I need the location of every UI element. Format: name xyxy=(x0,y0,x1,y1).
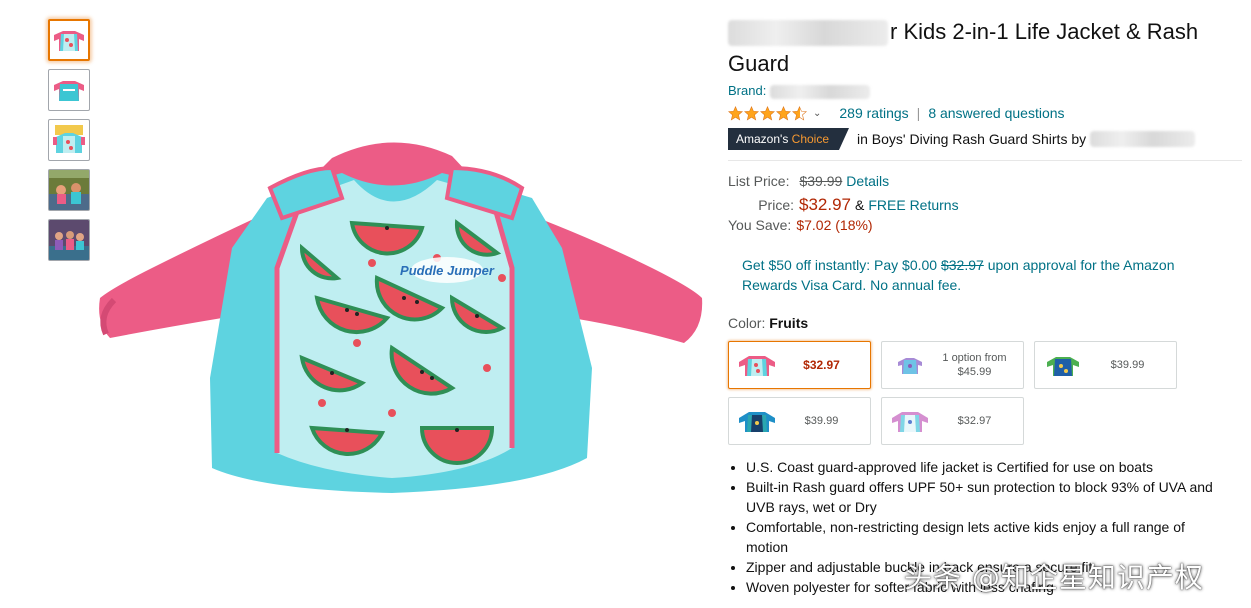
blurred-brand-name xyxy=(770,84,871,99)
color-label: Color: Fruits xyxy=(728,315,809,331)
list-price-label: List Price: xyxy=(728,173,790,189)
divider xyxy=(728,160,1242,161)
separator: | xyxy=(916,105,921,121)
star-full-icon xyxy=(728,105,743,121)
ampersand: & xyxy=(855,197,865,213)
watermark-overlay: 头条 @知企星知识产权 xyxy=(904,561,1204,594)
swatch-purple-icon xyxy=(898,358,922,374)
life-jacket-illustration: Puddle Jumper xyxy=(99,142,703,493)
swatch-price: 1 option from $45.99 xyxy=(942,352,1007,378)
amazons-choice-badge: Amazon's Choice xyxy=(728,128,850,150)
color-swatches: $32.97 1 option from $45.99 $39.99 $39.9… xyxy=(728,341,1242,445)
swatch-teal[interactable]: $39.99 xyxy=(728,397,871,445)
free-returns-link[interactable]: FREE Returns xyxy=(868,197,958,213)
price-block: List Price: $39.99 Details Price: $32.97… xyxy=(728,173,1242,239)
list-price-row: List Price: $39.99 Details xyxy=(728,173,1242,195)
bullet-item: Comfortable, non-restricting design lets… xyxy=(746,517,1228,557)
product-details: r Kids 2-in-1 Life Jacket & Rash Guard B… xyxy=(728,14,1242,597)
swatch-price: $39.99 xyxy=(1110,359,1145,371)
you-save-row: You Save: $7.02 (18%) xyxy=(728,217,1242,239)
thumbnail-front[interactable] xyxy=(48,19,90,61)
you-save-value: $7.02 (18%) xyxy=(796,217,873,233)
star-full-icon xyxy=(776,105,791,121)
price-value: $32.97 xyxy=(799,195,851,214)
thumbnail-lifestyle-2[interactable] xyxy=(48,219,90,261)
swatch-light-icon xyxy=(892,412,928,432)
swatch-price: $32.97 xyxy=(803,358,840,372)
vest-detail-thumbnail-icon xyxy=(53,125,85,153)
price-label: Price: xyxy=(758,197,794,213)
swatch-fruits-icon xyxy=(739,356,775,376)
star-full-icon xyxy=(744,105,759,121)
swatch-blue-green[interactable]: $39.99 xyxy=(1034,341,1177,389)
amazons-choice-row: Amazon's Choice in Boys' Diving Rash Gua… xyxy=(728,126,1242,152)
rewards-card-offer[interactable]: Get $50 off instantly: Pay $0.00 $32.97 … xyxy=(728,255,1208,295)
vest-back-thumbnail-icon xyxy=(54,81,84,101)
swatch-price: $39.99 xyxy=(804,415,839,427)
lifestyle-photo-icon xyxy=(49,170,89,210)
product-title: r Kids 2-in-1 Life Jacket & Rash Guard xyxy=(728,16,1242,80)
blurred-brand-text xyxy=(728,20,888,47)
swatch-blue-green-icon xyxy=(1047,357,1079,376)
bullet-item: Built-in Rash guard offers UPF 50+ sun p… xyxy=(746,477,1228,517)
selected-color: Fruits xyxy=(769,315,809,331)
vest-thumbnail-icon xyxy=(54,31,84,51)
blurred-choice-text xyxy=(1090,131,1196,147)
star-full-icon xyxy=(760,105,775,121)
ratings-link[interactable]: 289 ratings xyxy=(839,105,908,121)
star-rating[interactable] xyxy=(728,105,807,121)
swatch-price: $32.97 xyxy=(957,415,992,427)
thumbnail-detail[interactable] xyxy=(48,119,90,161)
brand-row: Brand: xyxy=(728,82,1242,100)
thumbnail-back[interactable] xyxy=(48,69,90,111)
ratings-row: ⌄ 289 ratings | 8 answered questions xyxy=(728,102,1242,124)
choice-context[interactable]: in Boys' Diving Rash Guard Shirts by xyxy=(857,131,1086,147)
brand-label[interactable]: Brand: xyxy=(728,83,766,98)
swatch-purple[interactable]: 1 option from $45.99 xyxy=(881,341,1024,389)
thumbnail-lifestyle-1[interactable] xyxy=(48,169,90,211)
chevron-down-icon[interactable]: ⌄ xyxy=(813,108,821,119)
answered-questions-link[interactable]: 8 answered questions xyxy=(928,105,1064,121)
svg-text:Puddle Jumper: Puddle Jumper xyxy=(400,263,495,278)
you-save-label: You Save: xyxy=(728,217,792,233)
list-price-value: $39.99 xyxy=(799,173,843,189)
thumbnail-strip xyxy=(48,19,90,269)
main-product-image[interactable]: Puddle Jumper xyxy=(92,128,704,508)
price-row: Price: $32.97 & FREE Returns xyxy=(728,195,1242,217)
swatch-fruits[interactable]: $32.97 xyxy=(728,341,871,389)
lifestyle-photo-icon xyxy=(49,220,89,260)
star-half-icon xyxy=(792,105,807,121)
swatch-light[interactable]: $32.97 xyxy=(881,397,1024,445)
bullet-item: U.S. Coast guard-approved life jacket is… xyxy=(746,457,1228,477)
details-link[interactable]: Details xyxy=(846,173,889,189)
swatch-teal-icon xyxy=(739,412,775,432)
